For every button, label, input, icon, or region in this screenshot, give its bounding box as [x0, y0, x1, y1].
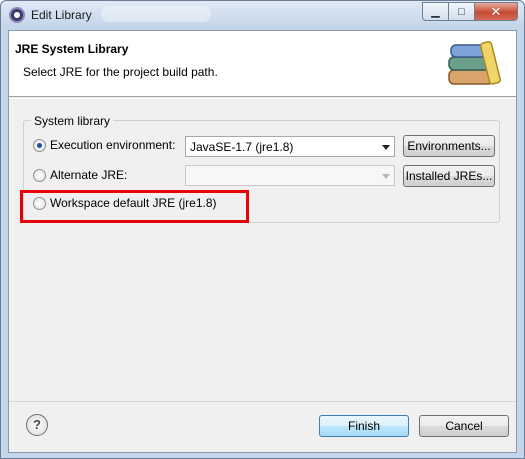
title-bar[interactable]: Edit Library ▁ □ ✕: [1, 1, 524, 29]
maximize-button[interactable]: □: [448, 2, 474, 21]
edit-library-dialog: Edit Library ▁ □ ✕ JRE System Library Se…: [0, 0, 525, 459]
installed-jres-button[interactable]: Installed JREs...: [403, 165, 495, 187]
execution-environment-radio[interactable]: [33, 139, 46, 152]
help-icon[interactable]: ?: [26, 414, 48, 436]
cancel-button[interactable]: Cancel: [419, 415, 509, 437]
system-library-group-label: System library: [31, 114, 114, 128]
window-title: Edit Library: [31, 8, 92, 22]
title-banner: JRE System Library Select JRE for the pr…: [9, 31, 516, 97]
close-button[interactable]: ✕: [474, 2, 518, 21]
title-bar-ghost: [101, 6, 211, 22]
environments-button[interactable]: Environments...: [403, 135, 495, 157]
execution-environment-value: JavaSE-1.7 (jre1.8): [190, 140, 294, 154]
minimize-icon: ▁: [431, 6, 440, 18]
banner-separator: [9, 98, 516, 99]
maximize-icon: □: [458, 5, 465, 18]
alternate-jre-radio[interactable]: [33, 169, 46, 182]
alternate-jre-combo[interactable]: [185, 165, 395, 186]
execution-environment-combo[interactable]: JavaSE-1.7 (jre1.8): [185, 136, 395, 157]
minimize-button[interactable]: ▁: [422, 2, 448, 21]
chevron-down-icon[interactable]: [382, 145, 390, 150]
footer-separator: [9, 401, 516, 402]
close-icon: ✕: [490, 3, 502, 19]
chevron-down-icon[interactable]: [382, 174, 390, 179]
library-books-icon: [448, 41, 502, 85]
finish-button[interactable]: Finish: [319, 415, 409, 437]
eclipse-app-icon: [9, 7, 25, 23]
banner-title: JRE System Library: [15, 42, 129, 56]
banner-message: Select JRE for the project build path.: [23, 65, 218, 79]
annotation-highlight-box: [20, 190, 249, 223]
alternate-jre-label[interactable]: Alternate JRE:: [50, 168, 127, 182]
execution-environment-label[interactable]: Execution environment:: [50, 138, 175, 152]
dialog-body: JRE System Library Select JRE for the pr…: [8, 30, 517, 453]
caption-buttons: ▁ □ ✕: [422, 2, 518, 21]
